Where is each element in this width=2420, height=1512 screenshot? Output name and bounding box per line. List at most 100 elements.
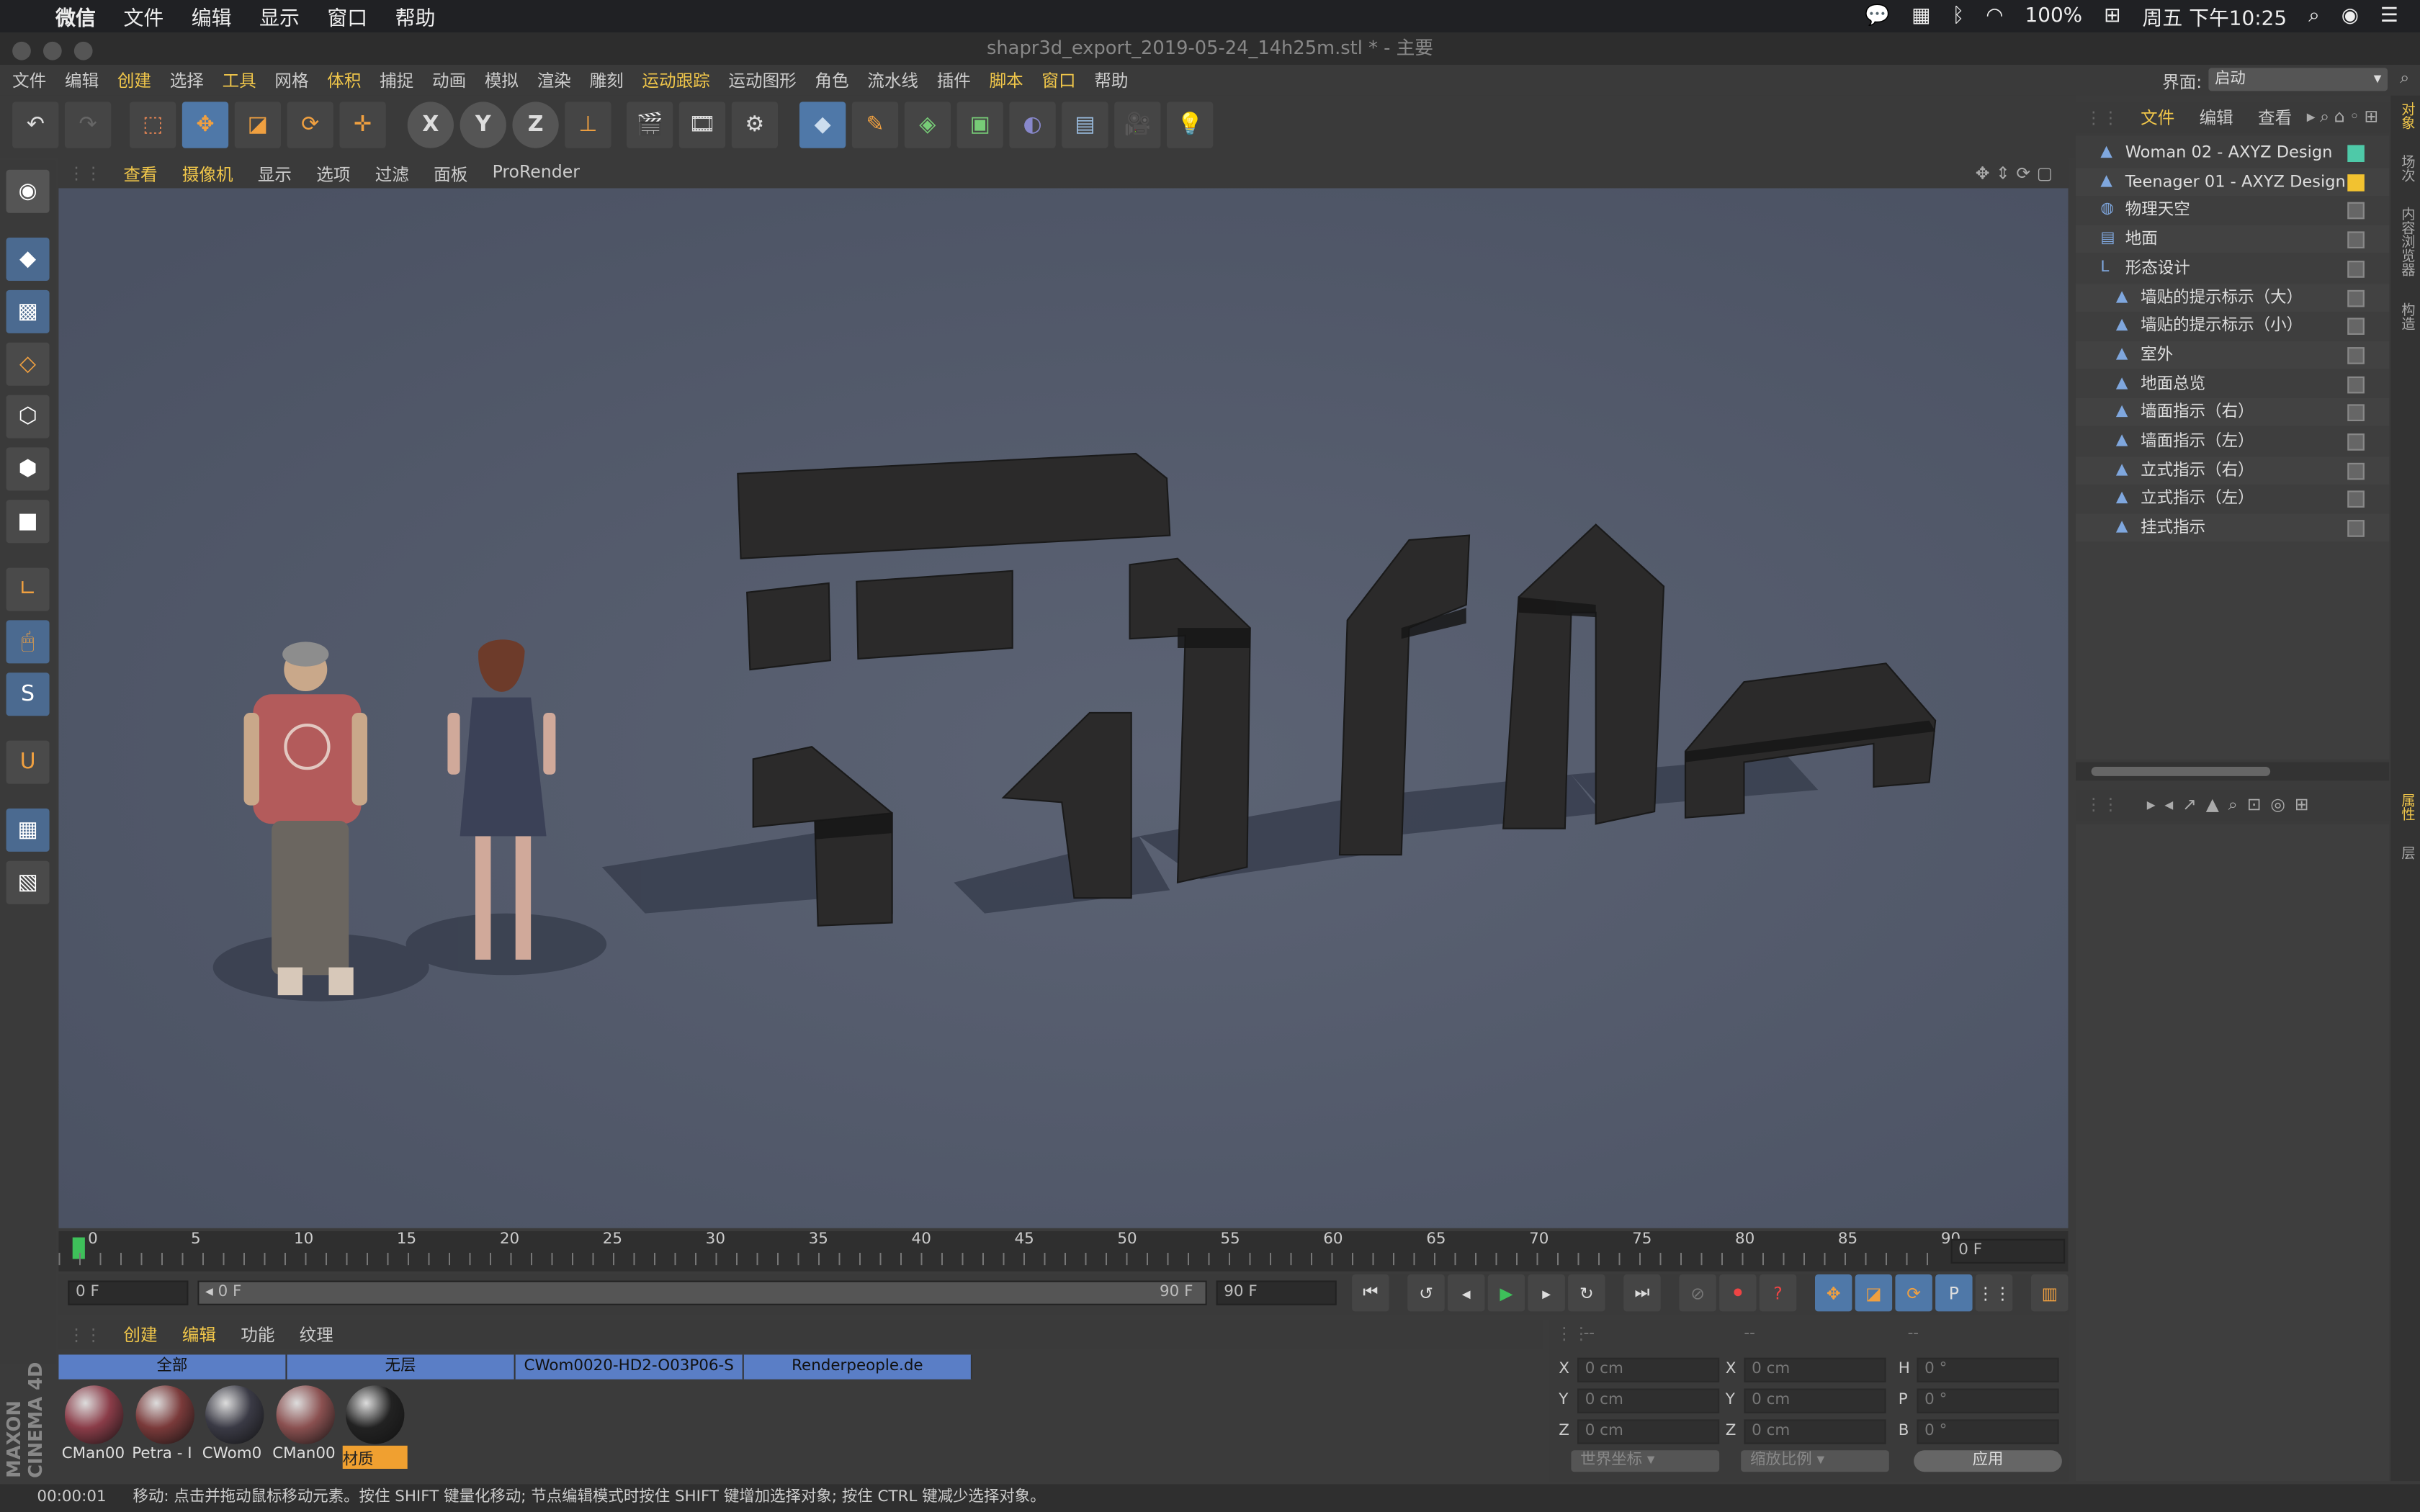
- object-menu-edit[interactable]: 编辑: [2187, 105, 2245, 130]
- visibility-toggle[interactable]: [2347, 462, 2365, 480]
- viewport-menu-item[interactable]: 面板: [421, 161, 480, 186]
- object-row[interactable]: ▲ Woman 02 - AXYZ Design: [2076, 139, 2389, 167]
- current-frame-field[interactable]: 0 F: [1950, 1238, 2066, 1264]
- texture-mode-icon[interactable]: ▩: [6, 289, 50, 333]
- clock[interactable]: 周五 下午10:25: [2143, 1, 2287, 31]
- viewport-menu-item[interactable]: 查看: [111, 161, 169, 186]
- siri-icon[interactable]: ◉: [2341, 4, 2359, 27]
- object-row[interactable]: ▲ 墙贴的提示标示（大）: [2076, 283, 2390, 311]
- key-pla-button[interactable]: ⋮⋮: [1975, 1274, 2013, 1312]
- visibility-toggle[interactable]: [2347, 433, 2365, 451]
- viewport-nav-icons[interactable]: ✥⇕⟳▢: [1976, 163, 2069, 184]
- material-menu-item[interactable]: 纹理: [287, 1322, 346, 1346]
- visibility-toggle[interactable]: [2347, 520, 2365, 537]
- pen-spline-button[interactable]: ✎: [851, 102, 899, 148]
- array-button[interactable]: ▣: [956, 102, 1003, 148]
- wechat-icon[interactable]: 💬: [1865, 4, 1890, 27]
- material-swatch[interactable]: CWom0: [202, 1384, 267, 1467]
- app-menu-item[interactable]: 角色: [806, 68, 859, 92]
- visibility-toggle[interactable]: [2347, 375, 2365, 393]
- axis-x-button[interactable]: X: [407, 102, 454, 148]
- next-frame-button[interactable]: ▸: [1528, 1274, 1565, 1312]
- bluetooth-icon[interactable]: ᛒ: [1952, 4, 1964, 27]
- polygons-mode-icon[interactable]: ■: [6, 500, 50, 544]
- material-menu-item[interactable]: 编辑: [170, 1322, 228, 1346]
- visibility-toggle[interactable]: [2347, 318, 2365, 336]
- scale-tool-button[interactable]: ◪: [234, 102, 281, 148]
- material-tab-renderpeople[interactable]: Renderpeople.de: [743, 1354, 972, 1380]
- model-mode-icon[interactable]: ◆: [6, 238, 50, 281]
- object-row[interactable]: ▲ 立式指示（左）: [2076, 485, 2389, 513]
- object-row[interactable]: ◍ 物理天空: [2076, 197, 2389, 225]
- material-tab-all[interactable]: 全部: [58, 1354, 287, 1380]
- visibility-toggle[interactable]: [2347, 231, 2365, 249]
- app-menu-item[interactable]: 运动跟踪: [633, 68, 720, 92]
- close-button[interactable]: [12, 41, 31, 60]
- deformer-button[interactable]: ◐: [1009, 102, 1056, 148]
- subdivision-button[interactable]: ◈: [904, 102, 951, 148]
- object-manager-icons[interactable]: ▸⌕⌂◦⊞: [2307, 107, 2389, 128]
- frame-range-slider[interactable]: ◂ 0 F 90 F: [197, 1280, 1207, 1305]
- side-tab-structure[interactable]: 构造: [2394, 302, 2417, 330]
- axis-z-button[interactable]: Z: [512, 102, 559, 148]
- keyframe-selection-button[interactable]: ?: [1759, 1274, 1797, 1312]
- coord-value-field[interactable]: 0 °: [1917, 1357, 2059, 1382]
- app-menu-item[interactable]: 编辑: [55, 68, 108, 92]
- app-menu-item[interactable]: 帮助: [1085, 68, 1137, 92]
- coord-value-field[interactable]: 0 cm: [1744, 1388, 1886, 1413]
- material-swatch[interactable]: Petra - I: [132, 1384, 197, 1467]
- key-scale-button[interactable]: ◪: [1855, 1274, 1893, 1312]
- 3d-viewport[interactable]: [58, 188, 2069, 1228]
- redo-button[interactable]: ↷: [65, 102, 112, 148]
- play-button[interactable]: ▶: [1487, 1274, 1525, 1312]
- object-row[interactable]: ▲ 地面总览: [2076, 369, 2389, 397]
- axis-mode-icon[interactable]: ∟: [6, 567, 50, 611]
- object-row[interactable]: ▲ 室外: [2076, 341, 2390, 369]
- move-tool-button[interactable]: ✥: [182, 102, 229, 148]
- record-keys-button[interactable]: ⊘: [1679, 1274, 1716, 1312]
- object-menu-view[interactable]: 查看: [2246, 105, 2304, 130]
- app-menu-item[interactable]: 雕刻: [581, 68, 633, 92]
- object-row[interactable]: ▲ 墙面指示（右）: [2076, 398, 2390, 427]
- minimize-button[interactable]: [43, 41, 62, 60]
- object-row[interactable]: ▲ 墙面指示（左）: [2076, 428, 2389, 456]
- visibility-toggle[interactable]: [2347, 346, 2365, 364]
- notification-icon[interactable]: ☰: [2380, 4, 2398, 27]
- object-row[interactable]: ▲ Teenager 01 - AXYZ Design: [2076, 167, 2390, 196]
- visibility-toggle[interactable]: [2347, 260, 2365, 278]
- attribute-nav-icons[interactable]: ▸◂↗▲⌕⊡◎⊞: [2147, 795, 2318, 816]
- app-menu-item[interactable]: 窗口: [1033, 68, 1085, 92]
- app-menu-item[interactable]: 文件: [3, 68, 55, 92]
- undo-button[interactable]: ↶: [12, 102, 59, 148]
- app-menu-item[interactable]: 捕捉: [370, 68, 423, 92]
- material-tab-nolayer[interactable]: 无层: [287, 1354, 516, 1380]
- app-menu-item[interactable]: 流水线: [858, 68, 927, 92]
- side-tab-objects[interactable]: 对象: [2394, 102, 2417, 130]
- light-button[interactable]: 💡: [1167, 102, 1214, 148]
- locked-workplane-icon[interactable]: ▦: [6, 808, 50, 852]
- material-menu-item[interactable]: 功能: [228, 1322, 287, 1346]
- timeline-ruler[interactable]: 051015202530354045505560657075808590 0 F: [58, 1231, 2069, 1272]
- render-settings-button[interactable]: ⚙: [731, 102, 778, 148]
- apply-button[interactable]: 应用: [1914, 1450, 2062, 1472]
- snap-icon[interactable]: U: [6, 740, 50, 784]
- input-method-icon[interactable]: ⊞: [2104, 4, 2120, 27]
- layer-color-swatch[interactable]: [2347, 145, 2365, 162]
- material-swatch[interactable]: CMan00: [272, 1384, 337, 1467]
- previous-frame-button[interactable]: ◂: [1447, 1274, 1485, 1312]
- viewport-menu-item[interactable]: 摄像机: [170, 161, 246, 186]
- material-tab-cwom[interactable]: CWom0020-HD2-O03P06-S: [515, 1354, 744, 1380]
- coord-value-field[interactable]: 0 °: [1917, 1419, 2059, 1444]
- wifi-icon[interactable]: ◠: [1986, 4, 2003, 27]
- zoom-button[interactable]: [73, 41, 93, 60]
- app-menu-item[interactable]: 渲染: [528, 68, 581, 92]
- visibility-toggle[interactable]: [2347, 491, 2365, 508]
- menu-view[interactable]: 显示: [259, 1, 300, 31]
- coordinate-mode-dropdown[interactable]: 世界坐标 ▾: [1571, 1450, 1720, 1472]
- rotate-tool-button[interactable]: ⟳: [287, 102, 333, 148]
- coord-value-field[interactable]: 0 °: [1917, 1388, 2059, 1413]
- coord-value-field[interactable]: 0 cm: [1577, 1388, 1720, 1413]
- planar-workplane-icon[interactable]: ▧: [6, 860, 50, 904]
- menu-help[interactable]: 帮助: [395, 1, 436, 31]
- object-row[interactable]: ▲ 挂式指示: [2076, 513, 2390, 542]
